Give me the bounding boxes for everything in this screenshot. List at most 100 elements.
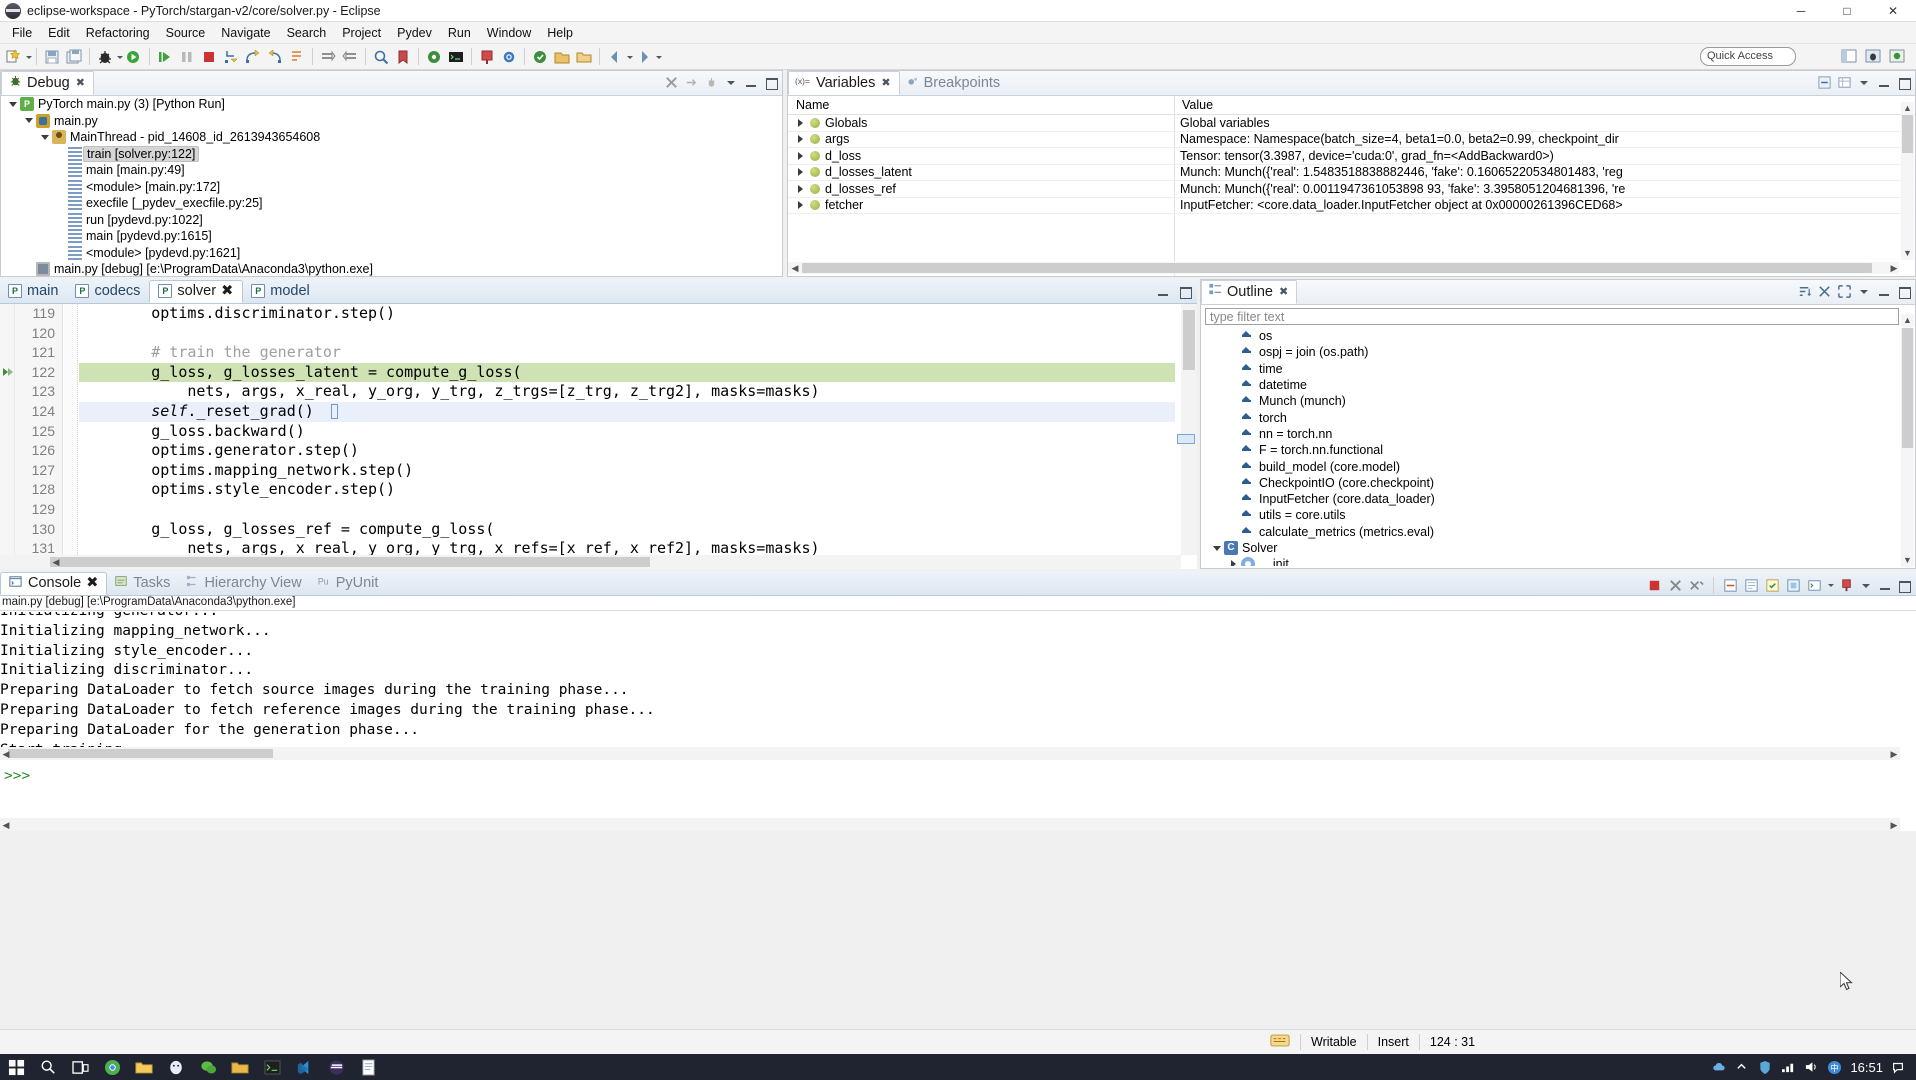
editor-vertical-scrollbar[interactable] (1177, 304, 1197, 555)
maximize-view-icon[interactable] (1897, 284, 1912, 299)
tray-input-method-icon[interactable]: 中 (1827, 1060, 1842, 1075)
close-icon[interactable]: ✖ (76, 76, 85, 89)
close-icon[interactable]: ✖ (881, 76, 890, 89)
view-menu-chevron-down-icon[interactable] (724, 75, 739, 90)
debug-view-toolbar[interactable] (664, 75, 779, 90)
tab-breakpoints[interactable]: Breakpoints (900, 71, 1009, 95)
editor-horizontal-scrollbar[interactable]: ◀ (0, 555, 1181, 569)
remove-launch-icon[interactable] (1667, 577, 1684, 594)
table-row[interactable]: d_losses_ref Munch: Munch({'real': 0.0011… (788, 181, 1915, 198)
maximize-view-icon[interactable] (764, 75, 779, 90)
editor-tabbar[interactable]: main codecs solver✖ model (0, 279, 1197, 304)
editor-marker-bar[interactable] (0, 304, 15, 555)
open-perspective-icon[interactable] (1839, 46, 1859, 66)
debug-tree-item[interactable]: run [pydevd.py:1022] (1, 212, 782, 229)
console-tabbar[interactable]: Console ✖ Tasks Hierarchy View Pu PyUnit (0, 571, 1916, 596)
maximize-view-icon[interactable] (1897, 75, 1912, 90)
scroll-left-icon[interactable]: ◀ (0, 819, 12, 831)
table-row[interactable]: args Namespace: Namespace(batch_size=4, b… (788, 132, 1915, 148)
outline-item[interactable]: datetime (1201, 377, 1900, 393)
debug-tree-item[interactable]: PyTorch main.py (3) [Python Run] (1, 96, 782, 113)
code-line[interactable]: nets, args, x_real, y_org, y_trg, z_trgs… (79, 382, 1175, 402)
chevron-down-icon[interactable] (39, 132, 50, 143)
chevron-right-icon[interactable] (794, 166, 806, 178)
outline-filter-input[interactable]: type filter text (1205, 308, 1899, 325)
debug-tree-item[interactable]: main [pydevd.py:1615] (1, 228, 782, 245)
column-header-value[interactable]: Value (1182, 98, 1213, 112)
outline-item[interactable]: Solver (1201, 540, 1900, 556)
variables-column-headers[interactable]: Name Value (788, 96, 1915, 115)
maximize-button[interactable]: □ (1824, 0, 1870, 22)
app-qq-icon[interactable] (160, 1054, 192, 1080)
open-resource-icon[interactable] (552, 47, 572, 67)
code-line[interactable]: nets, args, x_real, y_org, y_trg, x_refs… (79, 539, 1175, 555)
close-icon[interactable]: ✖ (221, 283, 233, 299)
expand-all-icon[interactable] (1837, 284, 1852, 299)
outline-item[interactable]: Munch (munch) (1201, 393, 1900, 409)
outline-item[interactable]: CheckpointIO (core.checkpoint) (1201, 475, 1900, 491)
menu-search[interactable]: Search (279, 24, 335, 42)
table-row[interactable]: d_losses_latent Munch: Munch({'real': 1.5… (788, 165, 1915, 181)
variables-view-toolbar[interactable] (1817, 75, 1912, 90)
outline-item[interactable]: ospj = join (os.path) (1201, 344, 1900, 360)
run-icon[interactable] (124, 47, 144, 67)
chevron-right-icon[interactable] (1228, 559, 1239, 566)
minimize-view-icon[interactable] (1156, 284, 1171, 299)
scrollbar-thumb[interactable] (802, 263, 1872, 273)
scroll-down-icon[interactable]: ▼ (1901, 554, 1914, 567)
notification-center-icon[interactable] (1891, 1060, 1906, 1075)
outline-item[interactable]: utils = core.utils (1201, 507, 1900, 523)
outline-item[interactable]: __init__ (1201, 556, 1900, 566)
debug-stack-tree[interactable]: PyTorch main.py (3) [Python Run]main.py M… (1, 96, 782, 276)
maximize-view-icon[interactable] (1178, 284, 1193, 299)
outline-vertical-scrollbar[interactable] (1901, 328, 1914, 554)
tray-chevron-up-icon[interactable] (1735, 1060, 1750, 1075)
scrollbar-thumb[interactable] (1183, 310, 1195, 370)
debug-tree-item[interactable]: main [main.py:49] (1, 162, 782, 179)
link-debug-view-icon[interactable] (684, 75, 699, 90)
app-notepad-icon[interactable] (352, 1054, 384, 1080)
variables-view-tabbar[interactable]: (x)= Variables ✖ Breakpoints (788, 71, 1915, 96)
debug-icon[interactable] (95, 47, 115, 67)
code-line[interactable]: self._reset_grad() (79, 401, 1175, 422)
editor-code-lines[interactable]: optims.discriminator.step() # train the … (79, 304, 1175, 555)
variables-vertical-scrollbar[interactable] (1901, 115, 1914, 260)
terminate-console-icon[interactable] (1646, 577, 1663, 594)
system-tray[interactable]: 中 16:51 (1712, 1054, 1916, 1080)
minimize-view-icon[interactable] (744, 75, 759, 90)
menu-edit[interactable]: Edit (40, 24, 78, 42)
debug-view-tabbar[interactable]: Debug ✖ (1, 71, 782, 96)
app-folder-icon[interactable] (224, 1054, 256, 1080)
console-input-area[interactable]: >>> (0, 763, 1900, 809)
tray-cloud-icon[interactable] (1712, 1060, 1727, 1075)
menu-refactoring[interactable]: Refactoring (78, 24, 158, 42)
code-area[interactable]: 119 120 121 122 123 124 125 126 127 128 129 130 131 … (0, 304, 1197, 569)
table-row[interactable]: fetcher InputFetcher: <core.data_loader.I… (788, 198, 1915, 214)
code-line[interactable]: # train the generator (79, 343, 1175, 363)
windows-taskbar[interactable]: 中 16:51 (0, 1054, 1916, 1080)
editor-folding-bar[interactable] (64, 304, 78, 555)
forward-icon[interactable] (634, 47, 654, 67)
table-row[interactable]: Globals Global variables (788, 115, 1915, 132)
previous-annotation-icon[interactable] (340, 47, 360, 67)
code-line[interactable]: optims.discriminator.step() (79, 304, 1175, 324)
close-icon[interactable]: ✖ (86, 575, 98, 591)
minimize-view-icon[interactable] (1878, 578, 1893, 593)
open-console-dropdown-icon[interactable] (1827, 575, 1834, 595)
console-output[interactable]: Initializing generator...Initializing ma… (0, 612, 1900, 747)
menu-pydev[interactable]: Pydev (389, 24, 440, 42)
scroll-left-icon[interactable]: ◀ (50, 556, 62, 568)
bookmark-icon[interactable] (393, 47, 413, 67)
variables-horizontal-scrollbar[interactable] (788, 262, 1899, 274)
main-toolbar[interactable]: Quick Access (0, 44, 1916, 70)
debug-tree-item[interactable]: main.py (1, 113, 782, 130)
scroll-right-icon[interactable]: ▶ (1888, 819, 1900, 831)
outline-item[interactable]: F = torch.nn.functional (1201, 442, 1900, 458)
outline-item[interactable]: torch (1201, 409, 1900, 425)
resume-icon[interactable] (155, 47, 175, 67)
chevron-right-icon[interactable] (794, 133, 806, 145)
back-dropdown-icon[interactable] (626, 47, 633, 67)
outline-tree[interactable]: os ospj = join (os.path) time datetime Munch… (1201, 328, 1900, 566)
tab-console[interactable]: Console ✖ (0, 572, 108, 595)
console-bottom-scrollbar[interactable]: ◀ ▶ (0, 818, 1900, 831)
